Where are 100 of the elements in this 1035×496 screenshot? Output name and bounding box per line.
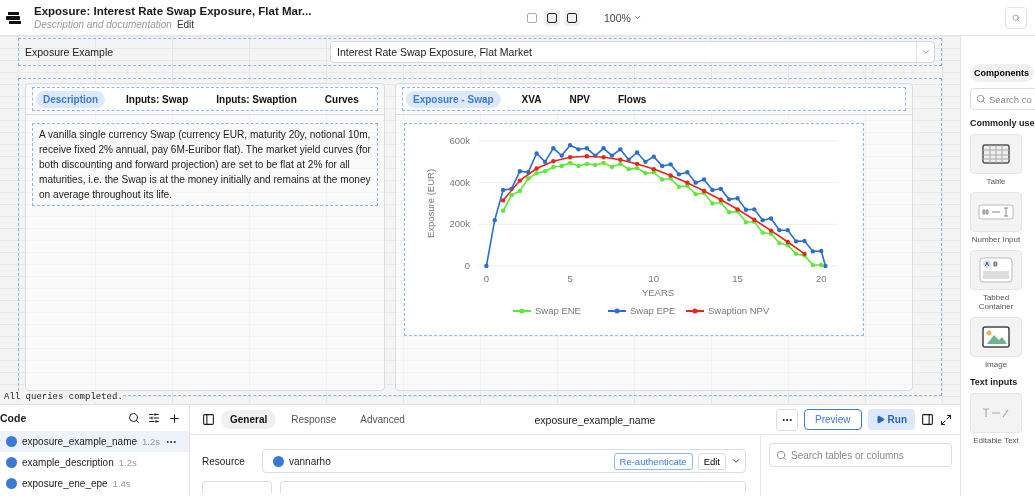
section-heading: Text inputs	[970, 377, 1019, 387]
data-point	[626, 166, 631, 172]
data-point	[760, 230, 765, 235]
description-paragraph: A vanilla single currency Swap (currency EUR, maturity 20y, notional 10m, receive fixed 2% annual, pay 6M-Euribor flat). The market yield curves (for both discounting and forward projection) are set to be flat at 2% for all maturities, i.e. the Swap is at the money initially and remains at the money on average throughout its life.	[32, 123, 378, 206]
run-button[interactable]: Run	[867, 409, 915, 430]
chevron-down-icon	[731, 456, 741, 466]
tab[interactable]: Flows	[610, 90, 654, 108]
y-axis-title: Exposure (EUR)	[425, 168, 436, 239]
data-point	[609, 164, 615, 170]
tab[interactable]: Description	[36, 90, 105, 108]
data-point	[609, 153, 615, 158]
editable-text-icon	[981, 407, 1011, 419]
data-point	[567, 142, 573, 148]
axis-tick-label: 600k	[449, 135, 470, 146]
axis-tick-label: 15	[732, 273, 743, 284]
panel-toggle-button[interactable]	[544, 9, 560, 26]
tabbed-container-icon	[979, 257, 1013, 283]
preview-button[interactable]: Preview	[803, 409, 862, 430]
component-label: Editable Text	[972, 436, 1020, 445]
component-tile[interactable]	[970, 317, 1022, 357]
expand-icon[interactable]	[940, 413, 952, 426]
component-label: Table	[985, 177, 1007, 186]
edit-button[interactable]: Edit	[697, 452, 726, 470]
search-field[interactable]: Search co	[970, 88, 1035, 110]
axis-tick-label: 400k	[449, 176, 470, 188]
data-point	[676, 184, 682, 190]
data-point	[660, 163, 665, 169]
tab[interactable]: XVA	[514, 90, 549, 108]
zoom-dropdown[interactable]: 100%	[598, 10, 648, 25]
table-icon	[982, 144, 1010, 164]
data-point	[584, 161, 590, 167]
data-point	[693, 180, 698, 185]
axis-tick-label: 200k	[449, 218, 470, 230]
data-point	[618, 147, 623, 152]
data-point	[559, 163, 564, 169]
sidebar-toggle-icon[interactable]	[202, 413, 215, 426]
data-point	[593, 162, 598, 168]
legend-label: Swap ENE	[535, 305, 581, 316]
query-item[interactable]: exposure_example_name 1.2s	[0, 431, 189, 452]
panel-toggle-button[interactable]	[564, 9, 580, 26]
component-label: Tabbed Container	[977, 293, 1015, 311]
tab[interactable]: General	[221, 410, 277, 429]
query-icon	[6, 457, 17, 468]
component-tile[interactable]	[970, 134, 1022, 174]
chevron-down-icon	[632, 13, 642, 22]
image-icon	[982, 326, 1010, 348]
data-point	[517, 188, 523, 194]
section-heading: Commonly use	[970, 118, 1035, 128]
app-title: Exposure: Interest Rate Swap Exposure, Flat Mar...	[34, 5, 313, 17]
query-item[interactable]: example_description 1.2s	[0, 452, 189, 473]
component-label: Number Input	[970, 235, 1022, 244]
resource-select[interactable]: vannarho Re-authenticate Edit	[262, 449, 746, 473]
data-point	[492, 217, 497, 223]
data-point	[576, 147, 581, 152]
more-button[interactable]	[775, 408, 798, 431]
panel-toggle-icon[interactable]	[921, 413, 934, 426]
field-label: Exposure Example	[25, 46, 115, 58]
legend-marker	[607, 308, 627, 314]
data-point	[819, 248, 824, 254]
menu-icon[interactable]	[6, 10, 22, 25]
components-tab[interactable]: Components	[970, 64, 1034, 82]
tab[interactable]: Curves	[317, 90, 366, 108]
plus-icon[interactable]	[168, 411, 181, 425]
data-point	[718, 186, 723, 192]
data-point	[643, 171, 648, 176]
data-point	[626, 157, 631, 162]
reauthenticate-button[interactable]: Re-authenticate	[613, 452, 693, 470]
edit-link[interactable]: Edit	[176, 19, 195, 30]
data-point	[584, 154, 590, 159]
tab[interactable]: Response	[282, 410, 346, 429]
tab[interactable]: NPV	[562, 90, 597, 108]
input-field[interactable]	[202, 481, 272, 493]
component-tile[interactable]	[970, 393, 1022, 433]
panel-title: Code	[0, 412, 28, 424]
input-field[interactable]	[280, 481, 746, 493]
data-point	[576, 163, 581, 169]
filter-icon[interactable]	[148, 412, 160, 424]
data-point	[802, 238, 807, 244]
axis-tick-label: 0	[464, 260, 470, 271]
tab[interactable]: Inputs: Swap	[119, 90, 196, 108]
data-point	[660, 177, 665, 182]
component-label: Image	[983, 360, 1009, 369]
data-point	[500, 208, 506, 213]
data-point	[710, 187, 715, 193]
query-item[interactable]: exposure_ene_epe 1.4s	[0, 473, 189, 494]
select-field[interactable]: Interest Rate Swap Exposure, Flat Market	[330, 41, 935, 63]
data-point	[517, 178, 523, 183]
tab[interactable]: Inputs: Swaption	[209, 90, 304, 108]
data-point	[785, 227, 790, 233]
search-icon[interactable]	[128, 412, 140, 424]
data-point	[701, 177, 707, 182]
number-input-icon	[978, 204, 1014, 220]
search-field[interactable]: Search tables or columns	[769, 443, 952, 467]
tab[interactable]: Advanced	[351, 410, 414, 429]
resource-icon	[273, 455, 284, 467]
data-point	[735, 196, 740, 201]
component-tile[interactable]	[970, 250, 1022, 290]
data-point	[768, 216, 774, 221]
component-tile[interactable]	[970, 192, 1022, 232]
legend-marker	[512, 308, 532, 314]
